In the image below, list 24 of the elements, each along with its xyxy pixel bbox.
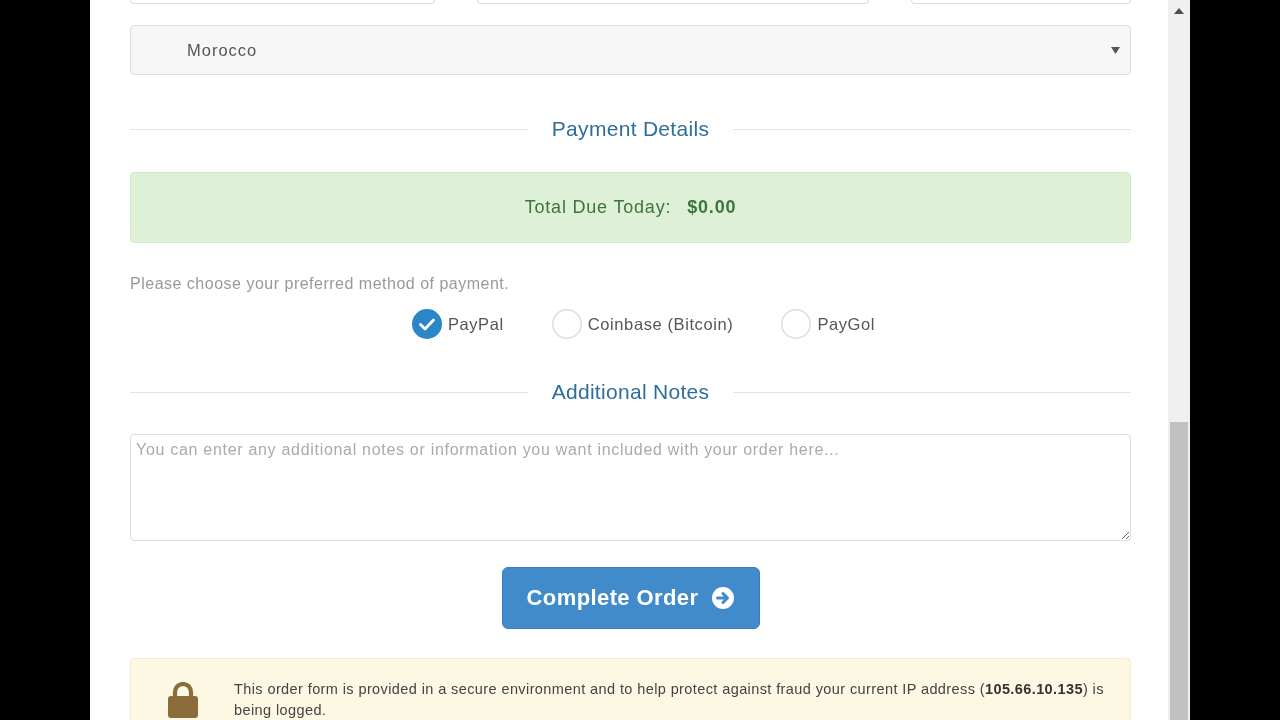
input-field[interactable] xyxy=(477,0,869,4)
section-heading: Payment Details xyxy=(551,116,710,142)
scrollbar-thumb[interactable] xyxy=(1170,422,1188,720)
radio-unchecked-icon[interactable] xyxy=(551,309,582,339)
input-field[interactable] xyxy=(130,0,435,4)
radio-checked-icon[interactable] xyxy=(411,309,442,339)
radio-label[interactable]: PayGol xyxy=(817,314,876,334)
total-due-amount: $0.00 xyxy=(687,197,737,218)
scroll-up-icon[interactable] xyxy=(1174,8,1184,14)
caret-icon xyxy=(1111,46,1120,54)
input-field[interactable] xyxy=(911,0,1131,4)
payment-instruction: Please choose your preferred method of payment. xyxy=(130,274,511,294)
radio-unchecked-icon[interactable] xyxy=(781,309,812,339)
arrow-right-circle-icon xyxy=(712,587,735,609)
security-notice-text: This order form is provided in a secure environment and to help protect against fraud your current IP address (105.66.10.135) is being logged. xyxy=(234,680,1105,720)
total-due-label: Total Due Today: xyxy=(524,197,672,218)
country-select[interactable]: Morocco xyxy=(130,25,1131,75)
notes-textarea[interactable]: You can enter any additional notes or information you want included with your order here... xyxy=(130,434,1131,541)
lock-icon xyxy=(168,682,198,718)
complete-order-button[interactable]: Complete Order xyxy=(501,567,760,629)
section-heading: Additional Notes xyxy=(551,379,710,405)
radio-label[interactable]: Coinbase (Bitcoin) xyxy=(587,314,734,334)
radio-label[interactable]: PayPal xyxy=(447,314,504,334)
scrollbar[interactable] xyxy=(1168,0,1190,720)
